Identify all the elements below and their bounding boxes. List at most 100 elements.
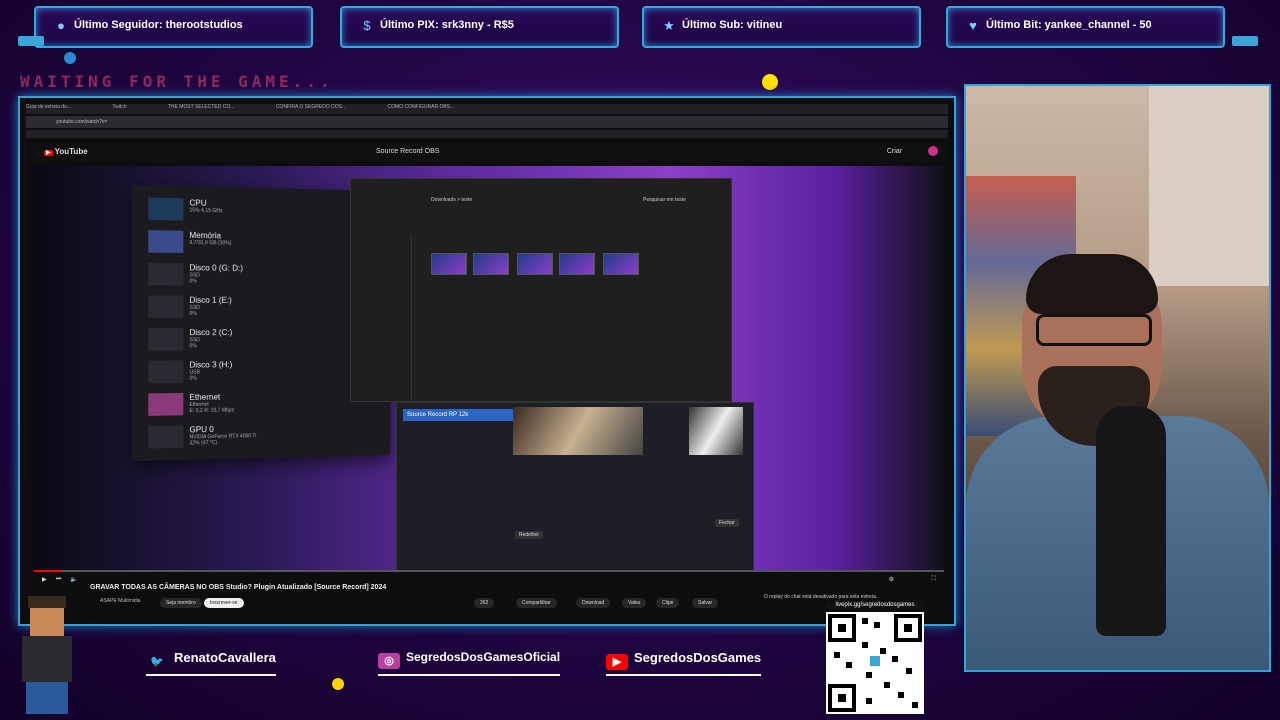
- microphone: [1096, 406, 1166, 636]
- volume-icon[interactable]: 🔈: [70, 576, 77, 583]
- video-file-thumb: [517, 253, 553, 275]
- youtube-header: ▶ YouTube Source Record OBS Criar: [26, 142, 948, 162]
- youtube-icon: ▶: [606, 654, 628, 670]
- usage-graph: [148, 328, 184, 351]
- thanks-button[interactable]: Valeu: [622, 598, 647, 608]
- camera-preview: [513, 407, 643, 455]
- like-button[interactable]: 262: [474, 598, 495, 608]
- webcam-person-glasses: [1036, 314, 1152, 346]
- file-explorer-window: Downloads > teste Pesquisar em teste: [350, 178, 732, 402]
- instagram-icon: ◎: [378, 653, 400, 669]
- webcam-person-hair: [1026, 254, 1158, 314]
- search-query[interactable]: Source Record OBS: [376, 148, 439, 155]
- avatar[interactable]: [928, 146, 938, 156]
- tm-row: Memória 9,7/31,9 GB (30%): [140, 228, 379, 259]
- social-label: SegredosDosGames: [634, 650, 762, 665]
- pixel-character: [8, 596, 86, 716]
- video-file-thumb: [431, 253, 467, 275]
- youtube-wordmark: YouTube: [54, 147, 88, 156]
- save-button[interactable]: Salvar: [692, 598, 719, 608]
- browser-tabs[interactable]: Guia de estreia do... Twitch THE MOST SE…: [26, 104, 948, 114]
- tm-detail: USB 0%: [189, 369, 200, 382]
- fullscreen-icon[interactable]: ⛶: [932, 576, 936, 583]
- usage-graph: [148, 392, 184, 416]
- alert-label: Último Sub: vitineu: [682, 19, 783, 31]
- play-icon: ▶: [44, 150, 53, 156]
- settings-icon[interactable]: ⚙: [889, 576, 894, 583]
- usage-graph: [148, 425, 184, 449]
- subscribe-button[interactable]: Inscrever-se: [204, 598, 244, 608]
- video-player[interactable]: CPU 15% 4,15 GHz Memória 9,7/31,9 GB (30%)…: [34, 166, 944, 570]
- star-icon: ★: [663, 18, 675, 33]
- tm-row: Disco 0 (G: D:) SSD 0%: [140, 261, 379, 291]
- alert-last-pix: $ Último PIX: srk3nny - R$5: [340, 6, 619, 48]
- explorer-sidebar: [351, 235, 412, 401]
- tm-name: Ethernet: [189, 392, 221, 403]
- twitter-icon: 🐦: [150, 656, 164, 668]
- video-file-thumb: [473, 253, 509, 275]
- tab[interactable]: COMO CONFIGURAR OBS...: [388, 104, 455, 110]
- tm-detail: NVIDIA GeForce RTX 4060 Ti 32% (47 °C): [189, 433, 257, 447]
- explorer-search: Pesquisar em teste: [643, 197, 686, 203]
- usage-graph: [148, 197, 184, 221]
- video-progress-bar[interactable]: [34, 570, 944, 572]
- address-bar[interactable]: youtube.com/watch?v=: [26, 116, 948, 128]
- tm-row: Disco 2 (C:) SSD 0%: [140, 326, 379, 355]
- social-instagram: ◎ SegredosDosGamesOficial: [378, 650, 561, 676]
- progress-fill: [34, 570, 62, 572]
- pixel-body: [22, 636, 72, 682]
- play-icon[interactable]: ▶: [42, 576, 47, 583]
- explorer-path: Downloads > teste: [431, 197, 473, 203]
- tm-name: Disco 0 (G: D:): [189, 263, 243, 273]
- tm-name: Disco 3 (H:): [189, 360, 233, 370]
- share-button[interactable]: Compartilhar: [516, 598, 557, 608]
- download-button[interactable]: Download: [576, 598, 611, 608]
- tm-detail: SSD 0%: [189, 337, 200, 350]
- video-file-thumb: [603, 253, 639, 275]
- blue-sparkle: [64, 52, 76, 64]
- alert-label: Último Bit: yankee_channel - 50: [986, 19, 1152, 31]
- tab[interactable]: Twitch: [112, 104, 126, 110]
- bar-cap: [18, 36, 44, 46]
- chat-replay-note: O replay do chat está desativado para es…: [764, 594, 878, 600]
- tab[interactable]: Guia de estreia do...: [26, 104, 71, 110]
- redefine-button: Redefinir: [515, 531, 544, 539]
- tm-name: GPU 0: [189, 424, 214, 435]
- tm-row: Disco 3 (H:) USB 0%: [140, 357, 379, 387]
- tm-name: CPU: [189, 198, 207, 208]
- usage-graph: [148, 295, 184, 318]
- obs-source-record-window: Source Record RP 12k Fechar Redefinir: [396, 402, 754, 570]
- tm-detail: SSD 0%: [189, 304, 200, 317]
- usage-graph: [148, 262, 184, 286]
- bookmarks-bar: [26, 130, 948, 138]
- waiting-text: WAITING FOR THE GAME...: [20, 72, 334, 91]
- social-label: RenatoCavallera: [174, 650, 276, 665]
- tm-detail: 15% 4,15 GHz: [189, 207, 223, 215]
- qr-code: [826, 612, 924, 714]
- alert-last-follower: ● Último Seguidor: therootstudios: [34, 6, 313, 48]
- join-button[interactable]: Seja membro: [160, 598, 202, 608]
- alert-last-sub: ★ Último Sub: vitineu: [642, 6, 921, 48]
- video-title: GRAVAR TODAS AS CÂMERAS NO OBS Studio? P…: [90, 584, 387, 591]
- clip-button[interactable]: Clipe: [656, 598, 680, 608]
- tm-row: Ethernet Ethernet E: 0,2 R: 18,7 Mbps: [140, 389, 379, 420]
- bar-cap: [1232, 36, 1258, 46]
- next-icon[interactable]: ⏭: [56, 576, 61, 583]
- yellow-sparkle: [762, 74, 778, 90]
- channel-name[interactable]: ASAPE Multimidia: [100, 598, 141, 604]
- screen-capture-frame: Guia de estreia do... Twitch THE MOST SE…: [18, 96, 956, 626]
- youtube-logo[interactable]: ▶ YouTube: [44, 147, 88, 156]
- webcam-wall: [1149, 86, 1269, 286]
- tm-name: Disco 1 (E:): [189, 295, 232, 305]
- social-twitter: 🐦 RenatoCavallera: [146, 650, 276, 676]
- heart-icon: ♥: [969, 18, 977, 33]
- tab[interactable]: THE MOST SELECTED CO...: [168, 104, 235, 110]
- tm-detail: SSD 0%: [189, 272, 200, 285]
- tm-name: Memória: [189, 230, 222, 241]
- create-button[interactable]: Criar: [887, 148, 902, 155]
- close-button: Fechar: [715, 519, 739, 527]
- yellow-sparkle: [332, 678, 344, 690]
- tm-row: CPU 15% 4,15 GHz: [140, 195, 379, 228]
- tab[interactable]: CONFIRA O SEGREDO DOS...: [276, 104, 346, 110]
- tm-row: GPU 0 NVIDIA GeForce RTX 4060 Ti 32% (47 …: [140, 420, 379, 453]
